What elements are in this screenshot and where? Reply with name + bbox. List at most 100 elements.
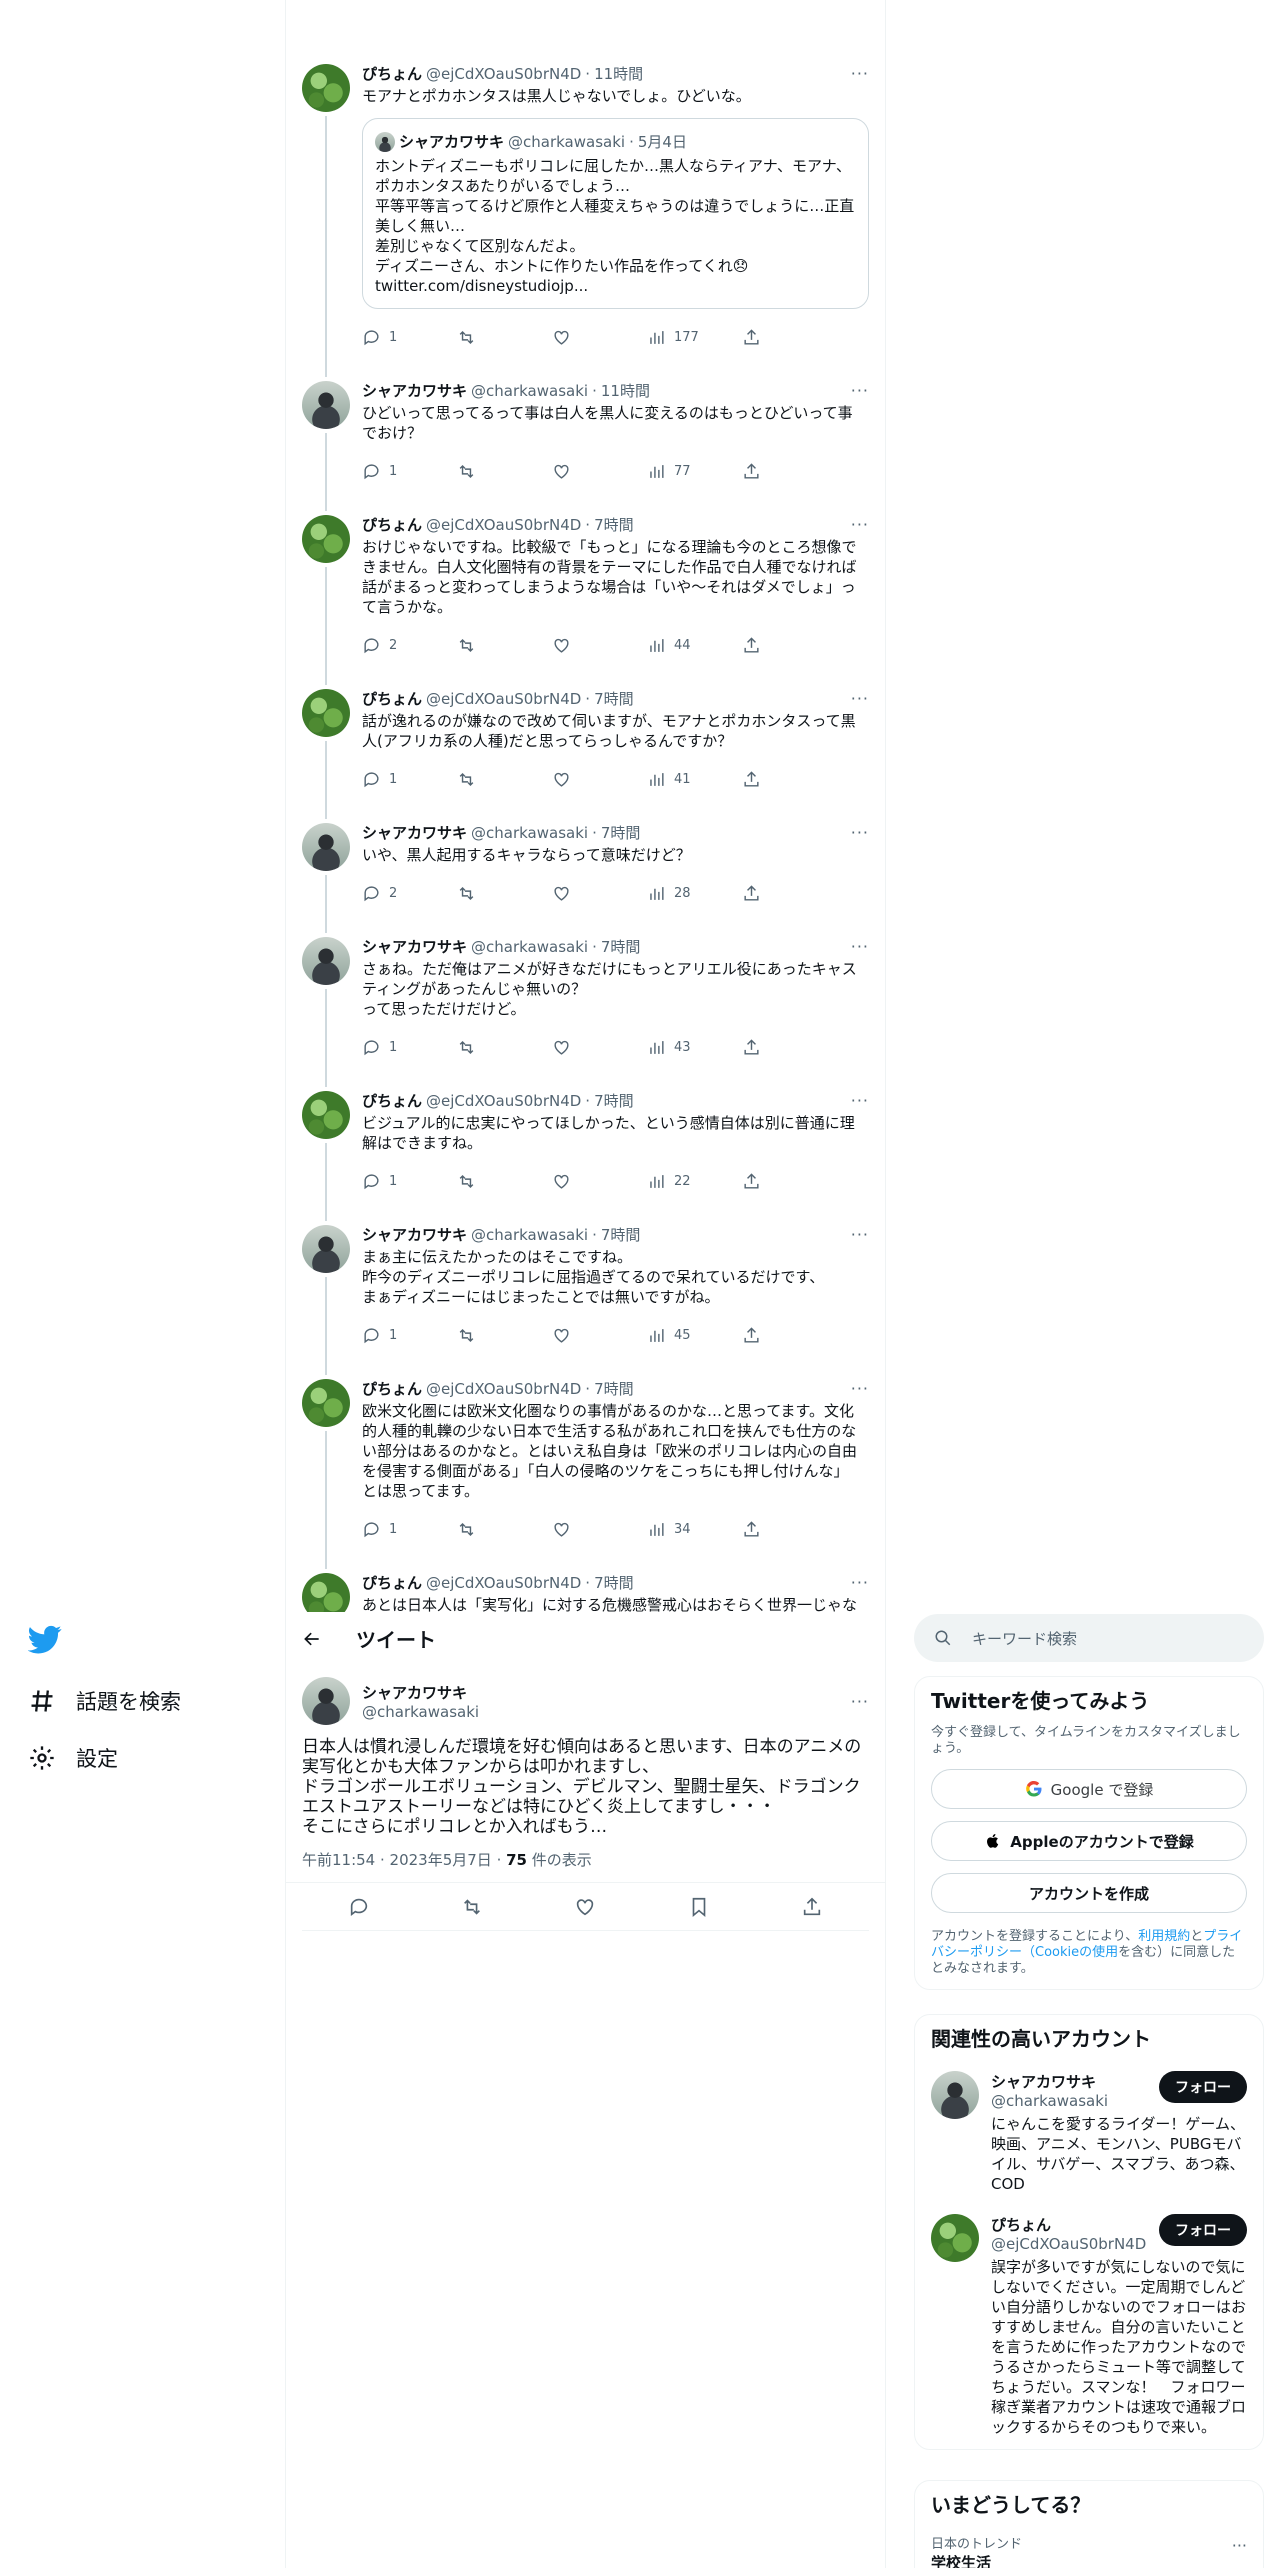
more-icon[interactable]: ···	[851, 1225, 869, 1245]
avatar[interactable]	[302, 937, 350, 985]
like-button[interactable]	[552, 636, 647, 655]
account-name[interactable]: シャアカワサキ	[991, 2071, 1159, 2092]
share-button[interactable]	[742, 1520, 837, 1539]
share-button[interactable]	[742, 884, 837, 903]
avatar[interactable]	[931, 2071, 979, 2119]
account-name[interactable]: ぴちょん	[991, 2214, 1159, 2235]
more-icon[interactable]: ···	[851, 1692, 869, 1711]
back-arrow-icon[interactable]	[302, 1629, 322, 1649]
reply-icon[interactable]	[348, 1896, 370, 1918]
retweet-button[interactable]	[457, 1520, 552, 1539]
tweet[interactable]: ぴちょん @ejCdXOauS0brN4D · 7時間 ··· おけじゃないです…	[286, 491, 885, 685]
share-button[interactable]	[742, 1326, 837, 1345]
tweet[interactable]: ぴちょん @ejCdXOauS0brN4D · 7時間 ··· あとは日本人は「…	[286, 1549, 885, 1612]
like-button[interactable]	[552, 1326, 647, 1345]
author-name[interactable]: シャアカワサキ	[362, 381, 467, 401]
account-handle[interactable]: @charkawasaki	[991, 2092, 1159, 2110]
cookie-link[interactable]: （Cookieの使用	[1022, 1945, 1118, 1960]
share-button[interactable]	[742, 770, 837, 789]
share-button[interactable]	[742, 328, 837, 347]
like-button[interactable]	[552, 1038, 647, 1057]
share-button[interactable]	[742, 1038, 837, 1057]
reply-button[interactable]: 1	[362, 770, 457, 789]
retweet-button[interactable]	[457, 770, 552, 789]
tweet-date[interactable]: 2023年5月7日	[390, 1851, 492, 1869]
author-name[interactable]: シャアカワサキ	[362, 1682, 479, 1703]
quoted-tweet[interactable]: シャアカワサキ @charkawasaki · 5月4日 ホントディズニーもポリ…	[362, 118, 869, 309]
retweet-button[interactable]	[457, 636, 552, 655]
retweet-icon[interactable]	[461, 1896, 483, 1918]
author-handle[interactable]: @ejCdXOauS0brN4D	[426, 515, 581, 535]
author-name[interactable]: ぴちょん	[362, 689, 422, 709]
reply-button[interactable]: 1	[362, 1520, 457, 1539]
retweet-button[interactable]	[457, 328, 552, 347]
author-name[interactable]: ぴちょん	[362, 64, 422, 84]
tweet[interactable]: シャアカワサキ @charkawasaki · 7時間 ··· まぁ主に伝えたか…	[286, 1201, 885, 1375]
reply-button[interactable]: 1	[362, 462, 457, 481]
tweet-time[interactable]: 7時間	[601, 1225, 641, 1245]
retweet-button[interactable]	[457, 1326, 552, 1345]
author-handle[interactable]: @charkawasaki	[362, 1703, 479, 1721]
share-button[interactable]	[742, 636, 837, 655]
tweet[interactable]: シャアカワサキ @charkawasaki · 7時間 ··· さぁね。ただ俺は…	[286, 913, 885, 1087]
tweet-time[interactable]: 7時間	[601, 823, 641, 843]
more-icon[interactable]: ···	[851, 515, 869, 535]
more-icon[interactable]: ···	[851, 937, 869, 957]
author-handle[interactable]: @ejCdXOauS0brN4D	[426, 1379, 581, 1399]
views-button[interactable]: 177	[647, 328, 742, 347]
more-icon[interactable]: ···	[851, 1091, 869, 1111]
tweet[interactable]: ぴちょん @ejCdXOauS0brN4D · 7時間 ··· 話が逸れるのが嫌…	[286, 665, 885, 819]
terms-link[interactable]: 利用規約	[1138, 1929, 1190, 1944]
tweet-time[interactable]: 7時間	[594, 1573, 634, 1593]
avatar[interactable]	[302, 823, 350, 871]
like-button[interactable]	[552, 884, 647, 903]
avatar[interactable]	[302, 515, 350, 563]
like-button[interactable]	[552, 1520, 647, 1539]
author-handle[interactable]: @charkawasaki	[471, 1225, 588, 1245]
retweet-button[interactable]	[457, 884, 552, 903]
bookmark-icon[interactable]	[688, 1896, 710, 1918]
views-button[interactable]: 45	[647, 1326, 742, 1345]
reply-button[interactable]: 1	[362, 1038, 457, 1057]
google-signup-button[interactable]: Google で登録	[931, 1769, 1247, 1809]
reply-button[interactable]: 2	[362, 636, 457, 655]
tweet-time[interactable]: 7時間	[601, 937, 641, 957]
follow-button[interactable]: フォロー	[1159, 2071, 1247, 2103]
author-handle[interactable]: @ejCdXOauS0brN4D	[426, 1573, 581, 1593]
avatar[interactable]	[302, 381, 350, 429]
like-button[interactable]	[552, 1172, 647, 1191]
more-icon[interactable]: ···	[851, 1379, 869, 1399]
more-icon[interactable]: ···	[1232, 2536, 1247, 2555]
author-name[interactable]: ぴちょん	[362, 515, 422, 535]
search-bar[interactable]: キーワード検索	[914, 1614, 1264, 1662]
nav-settings[interactable]: 設定	[28, 1743, 118, 1773]
author-name[interactable]: ぴちょん	[362, 1573, 422, 1593]
author-name[interactable]: シャアカワサキ	[362, 823, 467, 843]
apple-signup-button[interactable]: Appleのアカウントで登録	[931, 1821, 1247, 1861]
more-icon[interactable]: ···	[851, 381, 869, 401]
tweet[interactable]: シャアカワサキ @charkawasaki · 11時間 ··· ひどいって思っ…	[286, 357, 885, 511]
like-button[interactable]	[552, 770, 647, 789]
share-button[interactable]	[742, 1172, 837, 1191]
views-button[interactable]: 44	[647, 636, 742, 655]
retweet-button[interactable]	[457, 1172, 552, 1191]
more-icon[interactable]: ···	[851, 823, 869, 843]
views-button[interactable]: 28	[647, 884, 742, 903]
avatar[interactable]	[931, 2214, 979, 2262]
tweet-time[interactable]: 11時間	[594, 64, 643, 84]
avatar[interactable]	[302, 1379, 350, 1427]
tweet[interactable]: ぴちょん @ejCdXOauS0brN4D · 11時間 ··· モアナとポカホ…	[286, 40, 885, 377]
tweet-time[interactable]: 7時間	[594, 1379, 634, 1399]
author-name[interactable]: シャアカワサキ	[362, 937, 467, 957]
more-icon[interactable]: ···	[851, 64, 869, 84]
trend-item[interactable]: 学校生活	[931, 2552, 1232, 2568]
avatar[interactable]	[302, 1573, 350, 1612]
author-name[interactable]: シャアカワサキ	[362, 1225, 467, 1245]
views-button[interactable]: 22	[647, 1172, 742, 1191]
author-handle[interactable]: @ejCdXOauS0brN4D	[426, 689, 581, 709]
tweet-time[interactable]: 7時間	[594, 515, 634, 535]
related-account[interactable]: シャアカワサキ @charkawasaki フォロー にゃんこを愛するライダー！…	[931, 2071, 1247, 2194]
share-button[interactable]	[742, 462, 837, 481]
reply-button[interactable]: 1	[362, 328, 457, 347]
tweet[interactable]: シャアカワサキ @charkawasaki · 7時間 ··· いや、黒人起用す…	[286, 799, 885, 933]
